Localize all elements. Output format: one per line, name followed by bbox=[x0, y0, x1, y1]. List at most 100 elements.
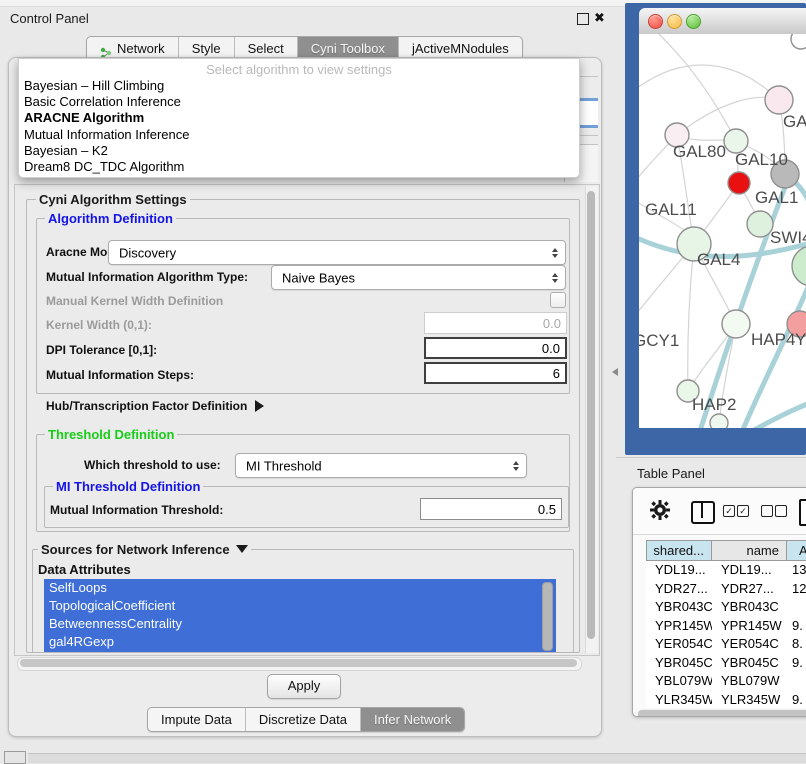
mi-threshold-input[interactable] bbox=[420, 498, 562, 520]
mi-algorithm-type-label: Mutual Information Algorithm Type: bbox=[46, 270, 248, 284]
table-cell[interactable]: YER054C bbox=[646, 635, 712, 654]
sources-group-title[interactable]: Sources for Network Inference bbox=[38, 542, 251, 557]
settings-vertical-scrollbar-thumb[interactable] bbox=[587, 191, 595, 639]
data-attributes-list[interactable]: SelfLoopsTopologicalCoefficientBetweenne… bbox=[44, 579, 556, 652]
table-cell[interactable]: YBR043C bbox=[646, 598, 712, 617]
table-panel-divider bbox=[616, 457, 806, 458]
table-column-header[interactable]: shared... bbox=[646, 540, 712, 561]
taskbar-icon[interactable] bbox=[4, 751, 26, 764]
table-cell[interactable]: YPR145W bbox=[712, 617, 787, 636]
settings-horizontal-scrollbar[interactable] bbox=[17, 657, 582, 671]
table-cell[interactable]: YBR045C bbox=[646, 654, 712, 673]
kernel-width-input[interactable] bbox=[424, 312, 567, 334]
network-node[interactable] bbox=[728, 172, 750, 194]
table-row[interactable]: YDR27...YDR27...12 bbox=[646, 580, 806, 599]
network-node[interactable] bbox=[710, 414, 728, 428]
minimize-traffic-icon[interactable] bbox=[667, 14, 682, 29]
network-view-window: GALGAL80GAL10GAL1GAL11SWI4GAL4GCY1HAP4YH… bbox=[625, 3, 806, 455]
tab-infer-network[interactable]: Infer Network bbox=[361, 708, 464, 731]
attribute-list-item[interactable]: BetweennessCentrality bbox=[44, 615, 556, 633]
splitter-collapse-icon[interactable] bbox=[612, 368, 618, 376]
network-node[interactable] bbox=[722, 310, 750, 338]
hub-definition-label: Hub/Transcription Factor Definition bbox=[46, 399, 247, 413]
table-horizontal-scrollbar-thumb[interactable] bbox=[638, 710, 806, 717]
network-edge[interactable] bbox=[677, 97, 779, 135]
dpi-tolerance-input[interactable] bbox=[424, 337, 567, 359]
table-row[interactable]: YBR045CYBR045C9. bbox=[646, 654, 806, 673]
network-window-titlebar[interactable] bbox=[639, 8, 806, 35]
zoom-traffic-icon[interactable] bbox=[686, 14, 701, 29]
network-node[interactable] bbox=[791, 34, 806, 49]
close-traffic-icon[interactable] bbox=[648, 14, 663, 29]
which-threshold-combobox[interactable]: MI Threshold bbox=[235, 453, 527, 478]
manual-kernel-width-checkbox[interactable] bbox=[550, 292, 566, 308]
table-row[interactable]: YLR345WYLR345W9. bbox=[646, 691, 806, 709]
tab-discretize-data[interactable]: Discretize Data bbox=[246, 708, 361, 731]
settings-horizontal-scrollbar-thumb[interactable] bbox=[20, 659, 577, 667]
table-cell[interactable] bbox=[787, 598, 806, 617]
apply-button[interactable]: Apply bbox=[267, 674, 341, 699]
attribute-list-item[interactable]: SelfLoops bbox=[44, 579, 556, 597]
deselect-all-icon-2[interactable] bbox=[775, 505, 787, 517]
attributes-list-scrollbar[interactable] bbox=[542, 582, 553, 651]
algorithm-option[interactable]: Bayesian – Hill Climbing bbox=[19, 78, 579, 94]
network-edge[interactable] bbox=[688, 244, 694, 391]
table-row[interactable]: YPR145WYPR145W9. bbox=[646, 617, 806, 636]
table-horizontal-scrollbar[interactable] bbox=[637, 709, 806, 717]
table-cell[interactable]: YBR043C bbox=[712, 598, 787, 617]
group-title: Cyni Algorithm Settings bbox=[36, 192, 190, 207]
select-all-icon[interactable]: ✓ bbox=[723, 505, 735, 517]
network-edge[interactable] bbox=[654, 34, 736, 141]
algorithm-option[interactable]: ARACNE Algorithm bbox=[19, 110, 579, 126]
gear-icon[interactable] bbox=[649, 499, 671, 526]
group-title: Algorithm Definition bbox=[45, 211, 176, 226]
hub-definition-expander[interactable]: Hub/Transcription Factor Definition bbox=[46, 399, 264, 413]
table-cell[interactable]: YDR27... bbox=[646, 580, 712, 599]
table-cell[interactable]: 12 bbox=[787, 580, 806, 599]
table-cell[interactable]: 8. bbox=[787, 635, 806, 654]
table-row[interactable]: YBR043CYBR043C bbox=[646, 598, 806, 617]
table-cell[interactable]: 9. bbox=[787, 617, 806, 636]
table-cell[interactable]: YBR045C bbox=[712, 654, 787, 673]
stepper-icon bbox=[552, 248, 558, 258]
table-cell[interactable]: YLR345W bbox=[712, 691, 787, 709]
mi-algorithm-type-combobox[interactable]: Naive Bayes bbox=[271, 265, 566, 290]
table-cell[interactable] bbox=[787, 672, 806, 691]
table-cell[interactable]: 9. bbox=[787, 691, 806, 709]
table-cell[interactable]: 13 bbox=[787, 561, 806, 580]
attribute-list-item[interactable]: gal4RGexp bbox=[44, 633, 556, 651]
attribute-list-item[interactable]: TopologicalCoefficient bbox=[44, 597, 556, 615]
table-row[interactable]: YER054CYER054C8. bbox=[646, 635, 806, 654]
algorithm-option[interactable]: Mutual Information Inference bbox=[19, 127, 579, 143]
table-row[interactable]: YBL079WYBL079W bbox=[646, 672, 806, 691]
table-cell[interactable]: YBL079W bbox=[646, 672, 712, 691]
select-all-icon-2[interactable]: ✓ bbox=[737, 505, 749, 517]
network-node[interactable] bbox=[765, 86, 793, 114]
file-icon[interactable] bbox=[799, 499, 806, 526]
algorithm-dropdown-popup: Select algorithm to view settings Bayesi… bbox=[18, 58, 580, 178]
table-cell[interactable]: YLR345W bbox=[646, 691, 712, 709]
table-cell[interactable]: YER054C bbox=[712, 635, 787, 654]
mi-steps-input[interactable] bbox=[424, 362, 567, 384]
table-cell[interactable]: YBL079W bbox=[712, 672, 787, 691]
deselect-all-icon[interactable] bbox=[761, 505, 773, 517]
network-canvas[interactable]: GALGAL80GAL10GAL1GAL11SWI4GAL4GCY1HAP4YH… bbox=[639, 34, 806, 428]
close-icon[interactable]: ✖ bbox=[594, 10, 605, 26]
table-column-header[interactable]: name bbox=[712, 540, 787, 561]
table-row[interactable]: YDL19...YDL19...13 bbox=[646, 561, 806, 580]
table-cell[interactable]: 9. bbox=[787, 654, 806, 673]
algorithm-option[interactable]: Dream8 DC_TDC Algorithm bbox=[19, 159, 579, 175]
table-cell[interactable]: YDL19... bbox=[712, 561, 787, 580]
aracne-mode-combobox[interactable]: Discovery bbox=[108, 240, 566, 265]
table-cell[interactable]: YDL19... bbox=[646, 561, 712, 580]
table-column-header[interactable]: A bbox=[787, 540, 806, 561]
split-pane-icon[interactable] bbox=[691, 501, 715, 524]
network-edge[interactable] bbox=[699, 177, 789, 428]
tab-impute-data[interactable]: Impute Data bbox=[148, 708, 246, 731]
algorithm-option[interactable]: Bayesian – K2 bbox=[19, 143, 579, 159]
algorithm-option[interactable]: Basic Correlation Inference bbox=[19, 94, 579, 110]
table-cell[interactable]: YDR27... bbox=[712, 580, 787, 599]
table-cell[interactable]: YPR145W bbox=[646, 617, 712, 636]
network-node[interactable] bbox=[792, 246, 806, 286]
float-window-icon[interactable] bbox=[577, 13, 589, 25]
